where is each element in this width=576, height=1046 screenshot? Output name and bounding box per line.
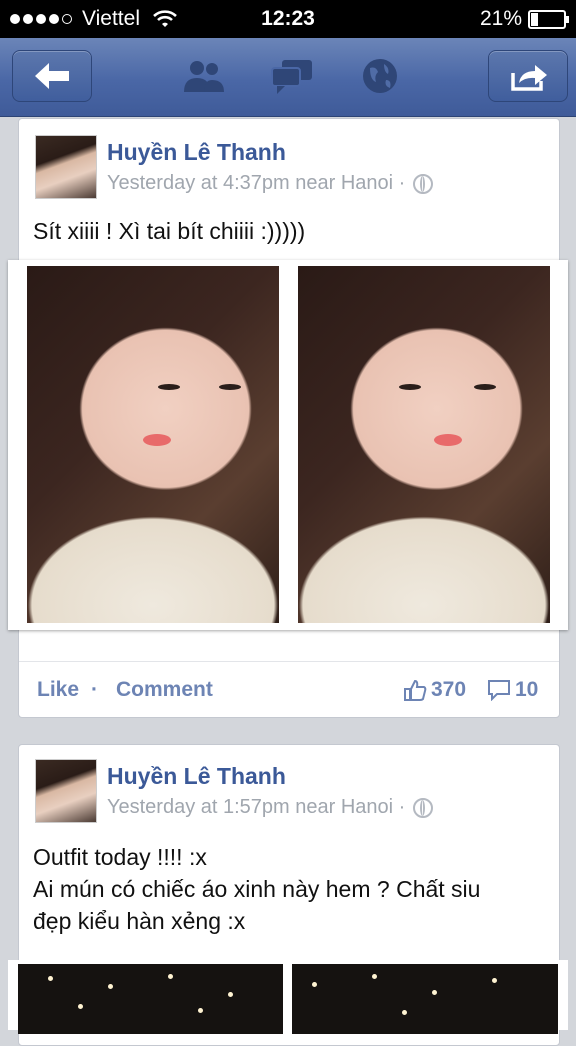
photo-detail (434, 433, 463, 446)
photo-detail (142, 433, 171, 446)
photo-detail (78, 1004, 83, 1009)
status-bar: Viettel 12:23 21% (0, 0, 576, 38)
battery-indicator: 21% (479, 7, 569, 31)
back-button[interactable] (12, 50, 92, 102)
like-count-value: 370 (431, 678, 467, 701)
photo-2[interactable] (298, 266, 550, 623)
photo-detail (402, 1010, 407, 1015)
photo-detail (218, 383, 241, 390)
share-icon (511, 65, 547, 91)
post-author[interactable]: Huyền Lê Thanh (107, 139, 286, 166)
post-text-line: Outfit today !!!! :x (33, 844, 207, 870)
like-count[interactable]: 370 (403, 678, 466, 702)
comment-count[interactable]: 10 (487, 678, 538, 702)
post-meta: Yesterday at 1:57pm near Hanoi · (107, 796, 434, 819)
post-actions: Like · Comment 370 10 (19, 661, 559, 718)
photo-detail (474, 383, 497, 390)
thumbs-up-icon (404, 679, 427, 701)
share-button[interactable] (488, 50, 568, 102)
action-separator: · (91, 678, 98, 701)
photo-detail (312, 982, 317, 987)
battery-fill (531, 12, 539, 26)
privacy-public-icon (413, 797, 434, 818)
comment-count-value: 10 (515, 678, 539, 701)
back-arrow-icon (35, 63, 69, 89)
photo-detail (158, 383, 181, 390)
post-meta: Yesterday at 4:37pm near Hanoi · (107, 172, 434, 195)
battery-icon (528, 9, 569, 29)
like-button[interactable]: Like (37, 678, 79, 702)
post-timestamp-location: Yesterday at 4:37pm near Hanoi · (107, 172, 406, 194)
photo-detail (228, 992, 233, 997)
photo-detail (492, 978, 497, 983)
avatar[interactable] (35, 135, 97, 199)
photo-album (8, 960, 568, 1034)
photo-1[interactable] (27, 266, 279, 623)
photo-album (8, 260, 568, 630)
avatar[interactable] (35, 759, 97, 823)
photo-detail (168, 974, 173, 979)
nav-icon-group (180, 56, 404, 96)
messages-icon[interactable] (268, 56, 316, 96)
navigation-bar (0, 38, 576, 117)
notifications-globe-icon[interactable] (356, 56, 404, 96)
post-text-line: Ai mún có chiếc áo xinh này hem ? Chất s… (33, 876, 481, 902)
post-author[interactable]: Huyền Lê Thanh (107, 763, 286, 790)
photo-detail (198, 1008, 203, 1013)
comment-bubble-icon (488, 680, 510, 701)
photo-detail (372, 974, 377, 979)
post-timestamp-location: Yesterday at 1:57pm near Hanoi · (107, 796, 406, 818)
post-text-line: đẹp kiểu hàn xẻng :x (33, 908, 246, 934)
post-text: Outfit today !!!! :x Ai mún có chiếc áo … (33, 841, 548, 937)
photo-detail (398, 383, 421, 390)
photo-detail (432, 990, 437, 995)
post-text: Sít xiiii ! Xì tai bít chiiii :))))) (33, 218, 306, 244)
battery-percentage: 21% (479, 7, 522, 30)
comment-button[interactable]: Comment (116, 678, 213, 702)
photo-detail (108, 984, 113, 989)
friends-icon[interactable] (180, 56, 228, 96)
photo-detail (48, 976, 53, 981)
privacy-public-icon (413, 173, 434, 194)
